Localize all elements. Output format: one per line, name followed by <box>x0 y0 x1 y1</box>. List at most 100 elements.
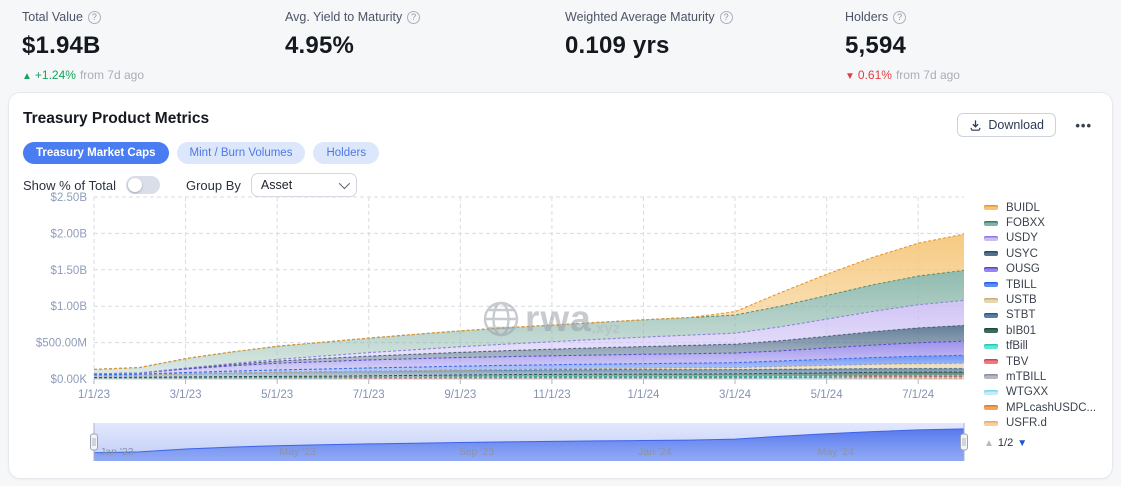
svg-text:$500.00M: $500.00M <box>36 338 87 350</box>
svg-text:1/1/23: 1/1/23 <box>78 389 110 401</box>
stat-delta: ▲ +1.24% from 7d ago <box>22 68 144 82</box>
legend-item[interactable]: WTGXX <box>984 385 1096 400</box>
legend-label: bIB01 <box>1006 324 1037 337</box>
legend-label: BUIDL <box>1006 201 1040 214</box>
legend-label: MPLcashUSDC... <box>1006 401 1097 414</box>
stat-total-value: Total Value? $1.94B ▲ +1.24% from 7d ago <box>22 10 144 82</box>
stat-value: 4.95% <box>285 32 355 59</box>
legend-swatch <box>984 343 998 349</box>
legend-item[interactable]: MPLcashUSDC... <box>984 400 1096 415</box>
legend-label: WTGXX <box>1006 386 1049 399</box>
legend-item[interactable]: tfBill <box>984 339 1096 354</box>
svg-text:11/1/23: 11/1/23 <box>533 389 571 401</box>
legend-item[interactable]: BUIDL <box>984 200 1096 215</box>
help-icon[interactable]: ? <box>87 11 101 24</box>
download-button[interactable]: Download <box>957 113 1056 137</box>
navigator-handle[interactable] <box>90 433 98 451</box>
legend-swatch <box>984 282 998 288</box>
delta-value: 0.61% <box>857 68 892 82</box>
svg-text:$0.00K: $0.00K <box>51 374 88 386</box>
card-title: Treasury Product Metrics <box>23 110 210 127</box>
chart-legend: BUIDL FOBXX USDY USYC OUSG TBILL USTB STBT bIB01… <box>984 200 1096 431</box>
legend-item[interactable]: OUSG <box>984 262 1096 277</box>
legend-swatch <box>984 266 998 272</box>
stat-value: $1.94B <box>22 32 101 59</box>
stat-label: Weighted Average Maturity? <box>565 10 733 24</box>
stat-label: Avg. Yield to Maturity? <box>285 10 421 24</box>
svg-text:3/1/23: 3/1/23 <box>170 389 202 401</box>
svg-text:May '23: May '23 <box>279 446 316 458</box>
legend-swatch <box>984 312 998 318</box>
svg-text:3/1/24: 3/1/24 <box>719 389 752 401</box>
stat-delta: ▼ 0.61% from 7d ago <box>845 68 960 82</box>
svg-text:$2.00B: $2.00B <box>51 228 88 240</box>
stat-value: 5,594 <box>845 32 907 59</box>
legend-item[interactable]: USTB <box>984 292 1096 307</box>
svg-text:Jan '23: Jan '23 <box>100 446 134 458</box>
help-icon[interactable]: ? <box>407 11 421 24</box>
svg-text:$1.00B: $1.00B <box>51 301 88 313</box>
svg-text:$1.50B: $1.50B <box>51 265 88 277</box>
help-icon[interactable]: ? <box>719 11 733 24</box>
stat-avg-yield: Avg. Yield to Maturity? 4.95% <box>285 10 421 60</box>
legend-item[interactable]: TBV <box>984 354 1096 369</box>
range-navigator[interactable]: Jan '23 May '23 Sep '23 Jan '24 May '24 <box>9 421 1114 467</box>
navigator-handle[interactable] <box>960 433 968 451</box>
stat-label: Total Value? <box>22 10 144 24</box>
legend-item[interactable]: TBILL <box>984 277 1096 292</box>
delta-suffix: from 7d ago <box>79 68 144 82</box>
chevron-down-icon <box>338 177 350 190</box>
svg-text:7/1/23: 7/1/23 <box>353 389 385 401</box>
stacked-area-chart[interactable]: $2.50B $2.00B $1.50B $1.00B $500.00M $0.00K 1/… <box>9 189 1114 405</box>
stat-value: 0.109 yrs <box>565 32 670 59</box>
svg-text:5/1/23: 5/1/23 <box>261 389 293 401</box>
svg-text:5/1/24: 5/1/24 <box>811 389 844 401</box>
legend-swatch <box>984 205 998 211</box>
down-arrow-icon: ▼ <box>845 71 855 82</box>
download-label: Download <box>988 118 1044 132</box>
delta-value: +1.24% <box>34 68 76 82</box>
help-icon[interactable]: ? <box>893 11 907 24</box>
legend-label: STBT <box>1006 309 1036 322</box>
tab-holders[interactable]: Holders <box>313 142 380 164</box>
legend-label: tfBill <box>1006 340 1028 353</box>
svg-text:Sep '23: Sep '23 <box>459 446 494 458</box>
delta-suffix: from 7d ago <box>895 68 960 82</box>
svg-text:9/1/23: 9/1/23 <box>444 389 476 401</box>
legend-swatch <box>984 251 998 257</box>
legend-item[interactable]: mTBILL <box>984 369 1096 384</box>
legend-label: FOBXX <box>1006 217 1045 230</box>
legend-swatch <box>984 359 998 365</box>
legend-label: mTBILL <box>1006 370 1047 383</box>
legend-swatch <box>984 235 998 241</box>
legend-label: USDY <box>1006 232 1038 245</box>
svg-text:1/1/24: 1/1/24 <box>627 389 660 401</box>
legend-item[interactable]: USDY <box>984 231 1096 246</box>
legend-item[interactable]: FOBXX <box>984 215 1096 230</box>
svg-text:May '24: May '24 <box>818 446 855 458</box>
legend-label: OUSG <box>1006 263 1040 276</box>
legend-item[interactable]: STBT <box>984 308 1096 323</box>
legend-label: USYC <box>1006 247 1038 260</box>
svg-text:Jan '24: Jan '24 <box>638 446 672 458</box>
legend-label: USTB <box>1006 294 1037 307</box>
stat-label: Holders? <box>845 10 960 24</box>
tab-bar: Treasury Market Caps Mint / Burn Volumes… <box>23 142 380 164</box>
svg-text:$2.50B: $2.50B <box>51 192 88 204</box>
tab-treasury-market-caps[interactable]: Treasury Market Caps <box>23 142 169 164</box>
legend-swatch <box>984 389 998 395</box>
svg-text:7/1/24: 7/1/24 <box>902 389 935 401</box>
download-icon <box>970 119 982 131</box>
legend-item[interactable]: USYC <box>984 246 1096 261</box>
more-menu-button[interactable]: ••• <box>1075 113 1092 137</box>
legend-swatch <box>984 374 998 380</box>
tab-mint-burn-volumes[interactable]: Mint / Burn Volumes <box>176 142 306 164</box>
legend-swatch <box>984 297 998 303</box>
treasury-metrics-card: Treasury Product Metrics Download ••• Tr… <box>8 92 1113 479</box>
up-arrow-icon: ▲ <box>22 71 32 82</box>
legend-item[interactable]: bIB01 <box>984 323 1096 338</box>
legend-label: TBV <box>1006 355 1029 368</box>
legend-swatch <box>984 328 998 334</box>
legend-label: TBILL <box>1006 278 1037 291</box>
stat-weighted-maturity: Weighted Average Maturity? 0.109 yrs <box>565 10 733 60</box>
